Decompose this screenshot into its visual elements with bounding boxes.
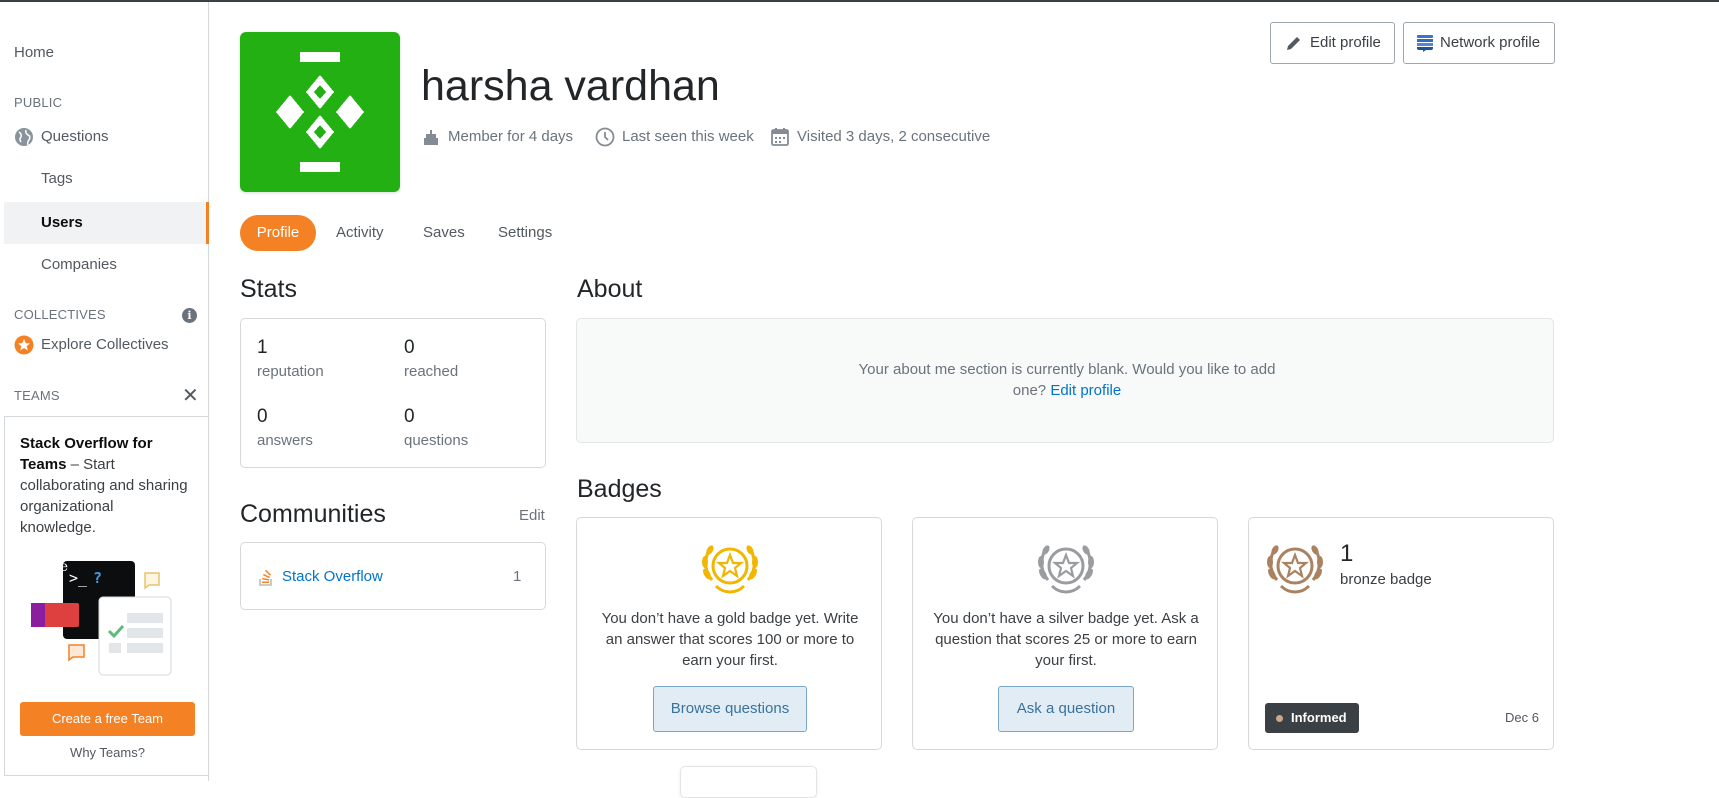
silver-laurel-icon xyxy=(1038,545,1094,594)
badges-heading: Badges xyxy=(577,475,662,503)
stat-reputation-label: reputation xyxy=(257,363,324,380)
section-collectives: COLLECTIVES xyxy=(14,307,106,322)
bronze-badge-label: bronze badge xyxy=(1340,571,1432,588)
communities-heading: Communities xyxy=(240,500,386,528)
teams-illustration: >_ ? xyxy=(31,561,172,676)
stat-reached-value: 0 xyxy=(404,337,415,358)
browse-questions-button[interactable]: Browse questions xyxy=(653,686,807,732)
stat-questions-value: 0 xyxy=(404,406,415,427)
section-teams: TEAMS xyxy=(14,388,60,403)
partial-card-bottom xyxy=(680,766,817,798)
badge-date: Dec 6 xyxy=(1505,710,1539,725)
why-teams-link[interactable]: Why Teams? xyxy=(5,745,210,760)
about-edit-profile-link[interactable]: Edit profile xyxy=(1050,382,1121,399)
close-icon[interactable]: ✕ xyxy=(182,386,199,406)
stackoverflow-icon xyxy=(259,569,272,586)
nav-tags[interactable]: Tags xyxy=(41,170,73,187)
calendar-icon xyxy=(771,128,789,146)
cake-icon xyxy=(424,130,438,145)
tab-settings[interactable]: Settings xyxy=(498,224,552,241)
about-section: Your about me section is currently blank… xyxy=(576,318,1554,443)
top-border xyxy=(0,0,1719,2)
visited: Visited 3 days, 2 consecutive xyxy=(797,128,991,145)
info-icon[interactable]: i xyxy=(182,308,197,323)
nav-home[interactable]: Home xyxy=(14,44,54,61)
bronze-badge-card: 1 bronze badge Informed Dec 6 xyxy=(1248,517,1554,750)
gold-badge-text: You don’t have a gold badge yet. Write a… xyxy=(601,610,859,669)
tab-saves[interactable]: Saves xyxy=(423,224,465,241)
teams-promo-text: Stack Overflow for Teams – Start collabo… xyxy=(20,433,190,538)
svg-text:?: ? xyxy=(93,569,102,587)
create-team-button[interactable]: Create a free Team xyxy=(20,702,195,736)
svg-text:>_: >_ xyxy=(69,569,88,587)
pencil-icon xyxy=(1287,37,1300,50)
nav-companies[interactable]: Companies xyxy=(41,256,117,273)
tab-activity[interactable]: Activity xyxy=(336,224,384,241)
user-display-name: harsha vardhan xyxy=(421,62,720,110)
stats-heading: Stats xyxy=(240,275,297,303)
clock-icon xyxy=(595,127,615,147)
member-for: Member for 4 days xyxy=(448,128,574,145)
nav-users[interactable]: Users xyxy=(4,202,209,244)
nav-explore-collectives[interactable]: Explore Collectives xyxy=(41,336,169,353)
community-reputation: 1 xyxy=(513,568,522,585)
about-heading: About xyxy=(577,275,643,303)
stat-answers-value: 0 xyxy=(257,406,268,427)
stat-questions-label: questions xyxy=(404,432,469,449)
section-public: PUBLIC xyxy=(14,95,63,110)
nav-users-label: Users xyxy=(41,214,83,231)
silver-badge-text: You don’t have a silver badge yet. Ask a… xyxy=(933,610,1199,669)
nav-questions[interactable]: Questions xyxy=(41,128,109,145)
informed-badge[interactable]: Informed xyxy=(1265,703,1359,733)
collectives-star-icon xyxy=(14,335,34,355)
bronze-badge-count: 1 xyxy=(1340,540,1354,567)
free-tag: Free xyxy=(35,559,68,575)
last-seen: Last seen this week xyxy=(622,128,754,145)
left-sidebar: Home PUBLIC Questions Tags Users Compani… xyxy=(0,2,209,781)
edit-profile-button[interactable]: Edit profile xyxy=(1270,22,1395,64)
stackexchange-icon xyxy=(1417,35,1433,52)
tab-profile[interactable]: Profile xyxy=(240,215,316,251)
ask-question-button[interactable]: Ask a question xyxy=(998,686,1134,732)
stats-card: 1 reputation 0 reached 0 answers 0 quest… xyxy=(240,318,546,468)
bronze-laurel-icon xyxy=(1267,545,1323,594)
communities-edit-link[interactable]: Edit xyxy=(519,507,545,524)
about-empty-text: Your about me section is currently blank… xyxy=(857,359,1277,401)
gold-laurel-icon xyxy=(702,545,758,594)
network-profile-label: Network profile xyxy=(1440,34,1541,51)
gold-badge-card: You don’t have a gold badge yet. Write a… xyxy=(576,517,882,750)
teams-promo: Stack Overflow for Teams – Start collabo… xyxy=(4,416,209,776)
stat-reputation-value: 1 xyxy=(257,337,268,358)
edit-profile-label: Edit profile xyxy=(1310,34,1381,51)
user-avatar xyxy=(240,32,400,192)
communities-card: Stack Overflow 1 xyxy=(240,542,546,610)
community-stackoverflow-link[interactable]: Stack Overflow xyxy=(282,568,383,585)
silver-badge-card: You don’t have a silver badge yet. Ask a… xyxy=(912,517,1218,750)
stat-answers-label: answers xyxy=(257,432,313,449)
stat-reached-label: reached xyxy=(404,363,459,380)
network-profile-button[interactable]: Network profile xyxy=(1403,22,1555,64)
globe-icon xyxy=(15,128,33,146)
